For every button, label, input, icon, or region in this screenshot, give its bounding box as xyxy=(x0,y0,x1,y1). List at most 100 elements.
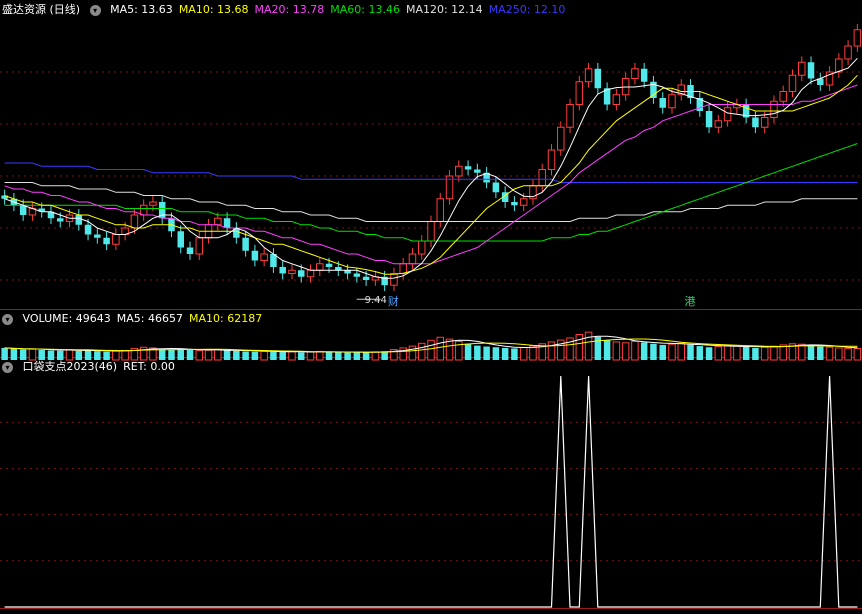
volume-bar xyxy=(650,343,657,360)
volume-bar xyxy=(844,347,852,361)
candle-body xyxy=(474,169,481,173)
low-price-marker: 9.44 xyxy=(365,295,387,306)
volume-bar xyxy=(501,347,509,360)
volume-bar xyxy=(677,342,686,361)
stock-title: 盛达资源 (日线) xyxy=(2,3,81,16)
candle-body xyxy=(538,169,546,187)
chart-canvas: 9.44 财 港 xyxy=(0,23,862,609)
volume-bar xyxy=(362,352,370,360)
volume-bar xyxy=(492,347,500,360)
candle-body xyxy=(612,94,621,105)
custom-indicator-list: 口袋支点2023(46) RET: 0.00 xyxy=(23,360,181,373)
volume-bar xyxy=(297,352,305,360)
volume-bar xyxy=(427,339,435,361)
candle-body xyxy=(844,45,852,60)
candle-body xyxy=(557,126,565,151)
chevron-down-icon[interactable]: ▾ xyxy=(89,4,101,16)
ma-indicator-2: MA20: 13.78 xyxy=(254,3,325,16)
volume-bar xyxy=(483,346,490,360)
volume-bar xyxy=(529,345,537,361)
volume-bar xyxy=(723,345,732,361)
custom-indicator-1: RET: 0.00 xyxy=(123,360,175,373)
volume-bar xyxy=(519,346,528,361)
candle-body xyxy=(297,270,305,277)
candle-body xyxy=(103,237,110,245)
volume-pane-header: ▾ VOLUME: 49643 MA5: 46657 MA10: 62187 xyxy=(2,311,274,327)
volume-bar xyxy=(631,340,639,361)
candle-body xyxy=(668,94,676,109)
volume-indicator-1: MA5: 46657 xyxy=(116,312,183,325)
candle-body xyxy=(19,205,27,215)
ma-indicator-3: MA60: 13.46 xyxy=(330,3,400,16)
volume-bar xyxy=(371,351,380,361)
volume-bar xyxy=(659,344,666,360)
ma-indicator-1: MA10: 13.68 xyxy=(178,3,249,16)
candle-body xyxy=(723,107,732,122)
volume-bar xyxy=(853,347,862,361)
candle-body xyxy=(75,215,83,225)
volume-bar xyxy=(584,331,593,361)
volume-bar xyxy=(260,350,268,361)
event-label-1: 港 xyxy=(685,295,696,308)
volume-bar xyxy=(760,346,769,361)
candle-body xyxy=(807,62,815,79)
volume-bar xyxy=(770,345,778,361)
candle-body xyxy=(752,117,759,128)
candle-body xyxy=(853,29,862,47)
candle-body xyxy=(760,117,769,128)
candle-body xyxy=(705,111,713,128)
ma250-line xyxy=(4,162,858,183)
volume-bar xyxy=(251,351,259,360)
candle-body xyxy=(186,247,194,254)
volume-bar xyxy=(306,351,315,361)
candle-body xyxy=(390,273,398,286)
candle-body xyxy=(519,198,528,206)
candle-body xyxy=(288,269,296,274)
candle-body xyxy=(84,224,92,235)
volume-bar xyxy=(668,343,676,361)
volume-indicator-0: VOLUME: 49643 xyxy=(22,312,111,325)
candle-body xyxy=(788,74,797,92)
volume-bar xyxy=(807,345,815,360)
chevron-down-icon[interactable]: ▾ xyxy=(2,361,13,373)
volume-indicator-2: MA10: 62187 xyxy=(188,312,263,325)
candle-body xyxy=(325,263,333,267)
candle-body xyxy=(547,149,556,170)
volume-bar xyxy=(742,347,750,360)
volume-bar xyxy=(640,342,648,360)
volume-bar xyxy=(214,349,222,361)
candle-body xyxy=(260,253,268,261)
candle-body xyxy=(640,68,648,82)
volume-bar xyxy=(511,348,518,360)
indicator-line xyxy=(4,375,858,608)
custom-indicator-0: 口袋支点2023(46) xyxy=(22,360,118,373)
event-label-0: 财 xyxy=(388,294,399,308)
candle-body xyxy=(130,214,139,229)
candle-body xyxy=(362,276,370,280)
candle-body xyxy=(798,61,806,76)
candle-body xyxy=(57,218,64,222)
volume-bar xyxy=(798,343,806,361)
volume-bar xyxy=(464,343,472,360)
candle-body xyxy=(149,201,157,206)
volume-bar xyxy=(733,345,741,361)
volume-bar xyxy=(696,346,704,360)
candle-body xyxy=(436,198,445,222)
volume-bar xyxy=(344,352,351,360)
candle-body xyxy=(316,263,324,271)
candle-body xyxy=(714,120,723,128)
chevron-down-icon[interactable]: ▾ xyxy=(2,313,13,325)
candle-body xyxy=(353,273,361,277)
volume-bar xyxy=(353,352,361,360)
candle-body xyxy=(306,269,315,278)
candle-body xyxy=(631,68,639,79)
indicator-pane-header: ▾ 口袋支点2023(46) RET: 0.00 xyxy=(2,359,187,375)
volume-bar xyxy=(779,344,787,361)
candle-body xyxy=(835,58,843,73)
volume-bar xyxy=(705,347,713,360)
ma-indicator-list: MA5: 13.63 MA10: 13.68 MA20: 13.78 MA60: 13… xyxy=(110,3,571,16)
candle-body xyxy=(575,81,584,105)
candle-body xyxy=(779,91,787,102)
volume-bar xyxy=(223,350,231,360)
main-pane-header: 盛达资源 (日线) ▾ MA5: 13.63 MA10: 13.68 MA20: 1… xyxy=(2,2,577,18)
